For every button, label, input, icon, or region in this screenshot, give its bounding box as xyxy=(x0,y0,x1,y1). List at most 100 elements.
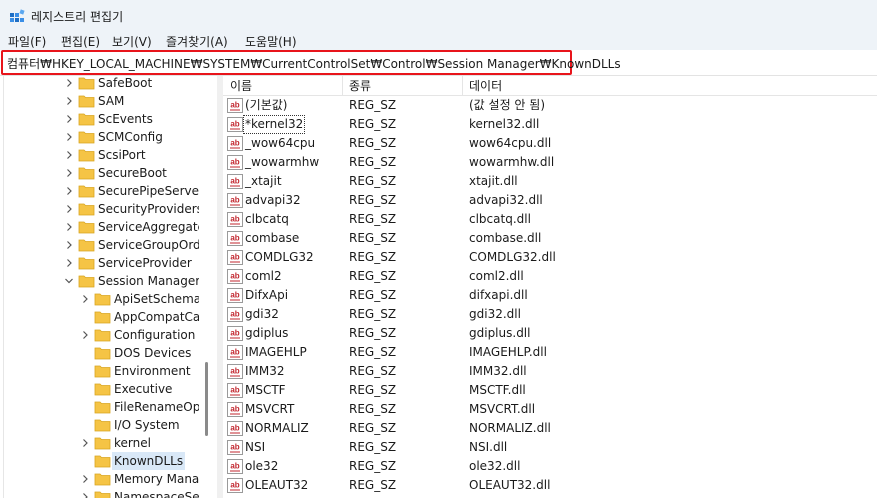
tree-item-label: SafeBoot xyxy=(98,76,153,90)
value-type-cell: REG_SZ xyxy=(349,231,397,245)
folder-icon xyxy=(78,131,95,144)
menu-favorites[interactable]: 즐겨찾기(A) xyxy=(166,33,228,50)
menu-edit[interactable]: 편집(E) xyxy=(61,33,100,50)
chevron-right-icon[interactable] xyxy=(64,204,74,214)
chevron-right-icon[interactable] xyxy=(64,96,74,106)
tree-scrollbar[interactable] xyxy=(199,76,217,498)
value-data-cell: IMAGEHLP.dll xyxy=(469,345,547,359)
value-type-cell: REG_SZ xyxy=(349,174,397,188)
tree-item[interactable]: SAM xyxy=(0,92,199,110)
value-row[interactable]: ab ole32 REG_SZ ole32.dll xyxy=(223,457,877,476)
tree-item[interactable]: ServiceProvider xyxy=(0,254,199,272)
tree-item[interactable]: ScsiPort xyxy=(0,146,199,164)
value-row[interactable]: ab NSI REG_SZ NSI.dll xyxy=(223,438,877,457)
tree-item-label: SCMConfig xyxy=(98,130,163,144)
folder-icon xyxy=(78,149,95,162)
tree-scrollbar-thumb[interactable] xyxy=(205,362,208,436)
value-row[interactable]: ab coml2 REG_SZ coml2.dll xyxy=(223,267,877,286)
value-name-cell: MSVCRT xyxy=(245,402,295,416)
value-row[interactable]: ab gdiplus REG_SZ gdiplus.dll xyxy=(223,324,877,343)
tree-item[interactable]: SCMConfig xyxy=(0,128,199,146)
chevron-right-icon[interactable] xyxy=(64,114,74,124)
chevron-right-icon[interactable] xyxy=(64,150,74,160)
address-bar: 컴퓨터₩HKEY_LOCAL_MACHINE₩SYSTEM₩CurrentCon… xyxy=(0,50,877,76)
value-row[interactable]: ab advapi32 REG_SZ advapi32.dll xyxy=(223,191,877,210)
tree-item[interactable]: Environment xyxy=(0,362,199,380)
tree-item[interactable]: AppCompatCac xyxy=(0,308,207,326)
value-row[interactable]: ab MSCTF REG_SZ MSCTF.dll xyxy=(223,381,877,400)
chevron-right-icon[interactable] xyxy=(64,168,74,178)
value-type-cell: REG_SZ xyxy=(349,136,397,150)
tree-item[interactable]: SafeBoot xyxy=(0,76,199,92)
chevron-right-icon[interactable] xyxy=(80,492,90,498)
tree-item[interactable]: DOS Devices xyxy=(0,344,199,362)
string-value-icon: ab xyxy=(227,269,243,284)
svg-text:ab: ab xyxy=(230,310,239,319)
value-row[interactable]: ab _wowarmhw REG_SZ wowarmhw.dll xyxy=(223,153,877,172)
tree-item[interactable]: Configuration M xyxy=(0,326,210,344)
folder-icon xyxy=(78,77,95,90)
value-name-cell: NORMALIZ xyxy=(245,421,309,435)
tree-item[interactable]: Executive xyxy=(0,380,199,398)
value-row[interactable]: ab _xtajit REG_SZ xtajit.dll xyxy=(223,172,877,191)
value-type-cell: REG_SZ xyxy=(349,117,397,131)
tree-item-label: kernel xyxy=(114,436,151,450)
folder-icon xyxy=(78,113,95,126)
tree-item[interactable]: FileRenameOpe xyxy=(0,398,208,416)
tree-item[interactable]: KnownDLLs xyxy=(0,452,199,470)
tree-item[interactable]: I/O System xyxy=(0,416,199,434)
value-row[interactable]: ab IMAGEHLP REG_SZ IMAGEHLP.dll xyxy=(223,343,877,362)
tree-item[interactable]: NamespaceSepa xyxy=(0,488,215,498)
chevron-right-icon[interactable] xyxy=(64,132,74,142)
svg-text:ab: ab xyxy=(230,272,239,281)
chevron-right-icon[interactable] xyxy=(80,330,90,340)
value-row[interactable]: ab _wow64cpu REG_SZ wow64cpu.dll xyxy=(223,134,877,153)
value-row[interactable]: ab clbcatq REG_SZ clbcatq.dll xyxy=(223,210,877,229)
menu-file[interactable]: 파일(F) xyxy=(8,33,46,50)
folder-icon xyxy=(78,185,95,198)
tree-item[interactable]: SecurePipeServers xyxy=(0,182,210,200)
chevron-right-icon[interactable] xyxy=(80,438,90,448)
tree-item[interactable]: ServiceAggregated xyxy=(0,218,213,236)
tree-item-label: ScEvents xyxy=(98,112,153,126)
value-type-cell: REG_SZ xyxy=(349,421,397,435)
value-row[interactable]: ab (기본값) REG_SZ (값 설정 안 됨) xyxy=(223,96,877,115)
value-row[interactable]: ab COMDLG32 REG_SZ COMDLG32.dll xyxy=(223,248,877,267)
column-header-name[interactable]: 이름 xyxy=(223,76,252,96)
value-row[interactable]: ab MSVCRT REG_SZ MSVCRT.dll xyxy=(223,400,877,419)
chevron-right-icon[interactable] xyxy=(64,240,74,250)
chevron-right-icon[interactable] xyxy=(64,258,74,268)
chevron-right-icon[interactable] xyxy=(64,186,74,196)
chevron-right-icon[interactable] xyxy=(80,474,90,484)
column-header-data[interactable]: 데이터 xyxy=(462,76,502,96)
tree-item[interactable]: Session Manager xyxy=(0,272,201,290)
column-header-type[interactable]: 종류 xyxy=(342,76,371,96)
value-data-cell: combase.dll xyxy=(469,231,542,245)
tree-item[interactable]: kernel xyxy=(0,434,199,452)
value-row[interactable]: ab combase REG_SZ combase.dll xyxy=(223,229,877,248)
svg-text:ab: ab xyxy=(230,139,239,148)
tree-item[interactable]: Memory Manag xyxy=(0,470,207,488)
tree-item[interactable]: ServiceGroupOrder xyxy=(0,236,213,254)
chevron-down-icon[interactable] xyxy=(64,276,74,286)
chevron-right-icon[interactable] xyxy=(80,294,90,304)
svg-text:ab: ab xyxy=(230,386,239,395)
tree-item[interactable]: SecureBoot xyxy=(0,164,199,182)
tree-item[interactable]: SecurityProviders xyxy=(0,200,203,218)
value-row[interactable]: ab NORMALIZ REG_SZ NORMALIZ.dll xyxy=(223,419,877,438)
value-row[interactable]: ab OLEAUT32 REG_SZ OLEAUT32.dll xyxy=(223,476,877,495)
value-row[interactable]: ab IMM32 REG_SZ IMM32.dll xyxy=(223,362,877,381)
value-row[interactable]: ab *kernel32 REG_SZ kernel32.dll xyxy=(223,115,877,134)
value-row[interactable]: ab gdi32 REG_SZ gdi32.dll xyxy=(223,305,877,324)
tree-item[interactable]: ScEvents xyxy=(0,110,199,128)
menu-help[interactable]: 도움말(H) xyxy=(245,33,297,50)
address-field[interactable]: 컴퓨터₩HKEY_LOCAL_MACHINE₩SYSTEM₩CurrentCon… xyxy=(1,50,621,75)
chevron-right-icon[interactable] xyxy=(64,222,74,232)
value-row[interactable]: ab DifxApi REG_SZ difxapi.dll xyxy=(223,286,877,305)
tree-item-label: Session Manager xyxy=(98,274,201,288)
menu-view[interactable]: 보기(V) xyxy=(112,33,152,50)
title-bar: 레지스트리 편집기 xyxy=(0,0,877,32)
tree-item-label: ApiSetSchemaE xyxy=(114,292,209,306)
tree-item[interactable]: ApiSetSchemaE xyxy=(0,290,209,308)
chevron-right-icon[interactable] xyxy=(64,78,74,88)
